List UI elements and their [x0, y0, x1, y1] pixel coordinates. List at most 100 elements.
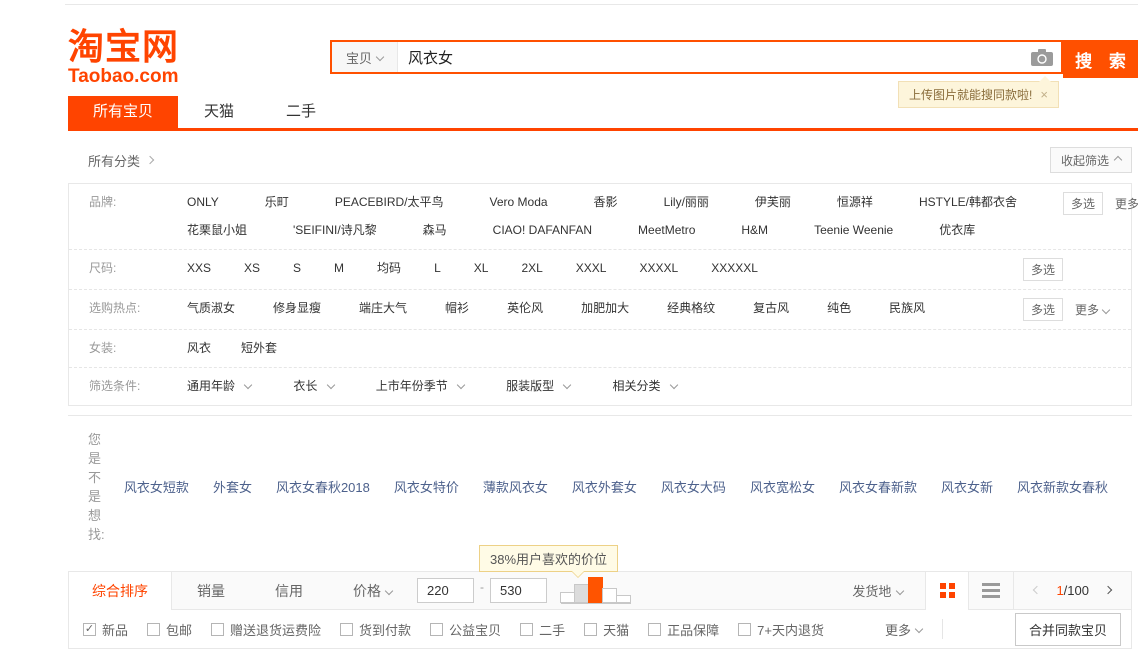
womens-option[interactable]: 短外套 — [241, 340, 277, 357]
sort-price[interactable]: 价格 — [328, 581, 417, 601]
checkbox-icon[interactable] — [147, 623, 160, 636]
suggestion-link[interactable]: 风衣外套女 — [572, 477, 637, 496]
checkbox-authentic[interactable]: 正品保障 — [648, 620, 719, 639]
size-option[interactable]: XXXXXL — [711, 260, 758, 277]
list-view-button[interactable] — [969, 572, 1013, 610]
image-search-camera-icon[interactable] — [1023, 42, 1061, 72]
checkbox-7day-return[interactable]: 7+天内退货 — [738, 620, 824, 639]
dropdown-season[interactable]: 上市年份季节 — [376, 378, 464, 395]
search-category-select[interactable]: 宝贝 — [332, 42, 398, 72]
dropdown-related[interactable]: 相关分类 — [612, 378, 676, 395]
breadcrumb[interactable]: 所有分类 — [88, 151, 153, 170]
brand-multiselect-button[interactable]: 多选 — [1063, 192, 1103, 215]
brand-option[interactable]: 森马 — [423, 222, 447, 239]
brand-more-link[interactable]: 更多 — [1115, 195, 1138, 212]
checkbox-icon[interactable] — [211, 623, 224, 636]
histogram-bar[interactable] — [616, 595, 631, 603]
hotspot-option[interactable]: 端庄大气 — [359, 300, 407, 317]
checkbox-return-insurance[interactable]: 赠送退货运费险 — [211, 620, 321, 639]
brand-option[interactable]: 香影 — [594, 194, 618, 211]
hotspot-option[interactable]: 纯色 — [827, 300, 851, 317]
sort-sales[interactable]: 销量 — [172, 581, 250, 601]
brand-option[interactable]: H&M — [741, 222, 768, 239]
hotspot-option[interactable]: 英伦风 — [507, 300, 543, 317]
checkbox-icon[interactable] — [340, 623, 353, 636]
grid-view-button[interactable] — [925, 572, 969, 610]
checkbox-new[interactable]: ✓ 新品 — [83, 620, 128, 639]
checkbox-icon[interactable]: ✓ — [83, 623, 96, 636]
suggestion-link[interactable]: 风衣女大码 — [661, 477, 726, 496]
merge-same-items-button[interactable]: 合并同款宝贝 — [1015, 613, 1121, 646]
histogram-bar-selected[interactable] — [588, 577, 603, 603]
price-histogram-slider[interactable] — [561, 577, 631, 604]
brand-option[interactable]: MeetMetro — [638, 222, 695, 239]
tab-secondhand[interactable]: 二手 — [260, 96, 342, 128]
brand-option[interactable]: ONLY — [187, 194, 219, 211]
hotspot-multiselect-button[interactable]: 多选 — [1023, 298, 1063, 321]
brand-option[interactable]: CIAO! DAFANFAN — [493, 222, 592, 239]
dropdown-style[interactable]: 服装版型 — [506, 378, 570, 395]
brand-option[interactable]: Vero Moda — [490, 194, 548, 211]
size-option[interactable]: L — [434, 260, 441, 277]
footer-more-link[interactable]: 更多 — [885, 620, 922, 639]
size-option[interactable]: XXXL — [576, 260, 607, 277]
suggestion-link[interactable]: 薄款风衣女 — [483, 477, 548, 496]
suggestion-link[interactable]: 风衣女短款 — [124, 477, 189, 496]
hotspot-option[interactable]: 气质淑女 — [187, 300, 235, 317]
checkbox-charity[interactable]: 公益宝贝 — [430, 620, 501, 639]
hotspot-option[interactable]: 复古风 — [753, 300, 789, 317]
checkbox-free-shipping[interactable]: 包邮 — [147, 620, 192, 639]
checkbox-icon[interactable] — [430, 623, 443, 636]
histogram-bar[interactable] — [560, 592, 575, 603]
ship-from-dropdown[interactable]: 发货地 — [852, 581, 903, 600]
suggestion-link[interactable]: 风衣女春秋2018 — [276, 477, 370, 496]
hotspot-more-link[interactable]: 更多 — [1075, 301, 1109, 318]
hotspot-option[interactable]: 加肥加大 — [581, 300, 629, 317]
size-option[interactable]: 均码 — [377, 260, 401, 277]
size-option[interactable]: XXXXL — [639, 260, 678, 277]
price-max-input[interactable] — [490, 578, 547, 603]
checkbox-icon[interactable] — [520, 623, 533, 636]
next-page-button[interactable] — [1101, 578, 1115, 604]
tab-all-items[interactable]: 所有宝贝 — [68, 96, 178, 128]
suggestion-link[interactable]: 风衣新款女春秋 — [1017, 477, 1108, 496]
sort-composite[interactable]: 综合排序 — [69, 572, 172, 610]
brand-option[interactable]: 恒源祥 — [837, 194, 873, 211]
brand-option[interactable]: 优衣库 — [939, 222, 975, 239]
brand-option[interactable]: PEACEBIRD/太平鸟 — [335, 194, 444, 211]
search-button[interactable]: 搜 索 — [1063, 40, 1138, 78]
prev-page-button[interactable] — [1030, 578, 1044, 604]
hotspot-option[interactable]: 经典格纹 — [667, 300, 715, 317]
collapse-filters-button[interactable]: 收起筛选 — [1050, 147, 1132, 173]
close-icon[interactable]: × — [1040, 87, 1048, 102]
suggestion-link[interactable]: 外套女 — [213, 477, 252, 496]
size-option[interactable]: XS — [244, 260, 260, 277]
brand-option[interactable]: Lily/丽丽 — [664, 194, 709, 211]
brand-option[interactable]: 花栗鼠小姐 — [187, 222, 247, 239]
brand-option[interactable]: 乐町 — [265, 194, 289, 211]
brand-option[interactable]: Teenie Weenie — [814, 222, 893, 239]
checkbox-icon[interactable] — [584, 623, 597, 636]
suggestion-link[interactable]: 风衣女春新款 — [839, 477, 917, 496]
suggestion-link[interactable]: 风衣女特价 — [394, 477, 459, 496]
size-option[interactable]: M — [334, 260, 344, 277]
size-option[interactable]: S — [293, 260, 301, 277]
search-input[interactable] — [398, 42, 1023, 72]
checkbox-icon[interactable] — [648, 623, 661, 636]
hotspot-option[interactable]: 修身显瘦 — [273, 300, 321, 317]
taobao-logo[interactable]: 淘宝网 Taobao.com — [68, 28, 268, 87]
brand-option[interactable]: 伊芙丽 — [755, 194, 791, 211]
size-option[interactable]: XL — [474, 260, 489, 277]
dropdown-age[interactable]: 通用年龄 — [187, 378, 251, 395]
suggestion-link[interactable]: 风衣女新 — [941, 477, 993, 496]
womens-option[interactable]: 风衣 — [187, 340, 211, 357]
checkbox-icon[interactable] — [738, 623, 751, 636]
suggestion-link[interactable]: 风衣宽松女 — [750, 477, 815, 496]
size-option[interactable]: XXS — [187, 260, 211, 277]
brand-option[interactable]: HSTYLE/韩都衣舍 — [919, 194, 1017, 211]
size-multiselect-button[interactable]: 多选 — [1023, 258, 1063, 281]
dropdown-length[interactable]: 衣长 — [293, 378, 333, 395]
brand-option[interactable]: 'SEIFINI/诗凡黎 — [293, 222, 377, 239]
checkbox-cod[interactable]: 货到付款 — [340, 620, 411, 639]
checkbox-secondhand[interactable]: 二手 — [520, 620, 565, 639]
